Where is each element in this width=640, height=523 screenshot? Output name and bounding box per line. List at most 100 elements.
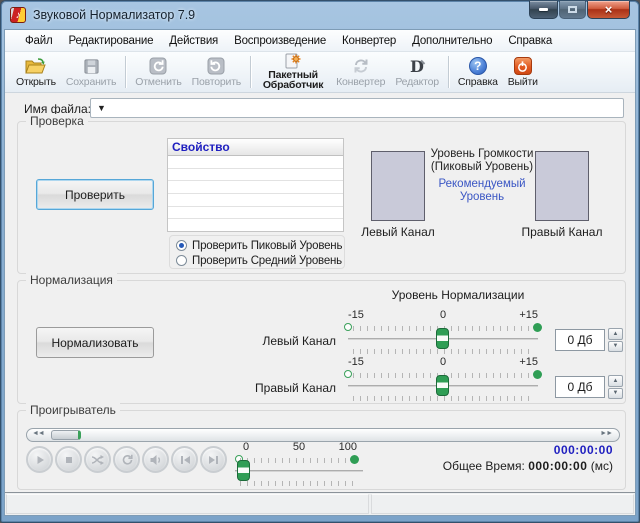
play-button[interactable] bbox=[26, 446, 53, 473]
radio-average-level[interactable]: Проверить Средний Уровень bbox=[176, 253, 344, 268]
scale-max-label: +15 bbox=[519, 309, 538, 321]
play-icon bbox=[34, 454, 46, 466]
save-button[interactable]: Сохранить bbox=[61, 54, 121, 89]
recommended-level-link[interactable]: Рекомендуемый Уровень bbox=[416, 178, 548, 204]
seek-bar[interactable]: ◄◄ ►► bbox=[26, 428, 620, 442]
right-channel-slider-label: Правый Канал bbox=[251, 381, 336, 395]
seek-thumb[interactable] bbox=[51, 430, 81, 440]
stop-icon bbox=[63, 454, 75, 466]
toolbar-separator bbox=[125, 56, 126, 88]
help-question-icon: ? bbox=[469, 55, 487, 75]
redo-button[interactable]: Повторить bbox=[187, 54, 246, 89]
help-button[interactable]: ? Справка bbox=[453, 54, 503, 89]
check-button[interactable]: Проверить bbox=[36, 179, 154, 210]
table-header-property[interactable]: Свойство bbox=[168, 139, 343, 156]
spin-up-button[interactable]: ▲ bbox=[608, 328, 623, 340]
properties-table: Свойство bbox=[167, 138, 344, 232]
window-title: Звуковой Нормализатор 7.9 bbox=[33, 8, 195, 22]
seek-right-arrows-icon[interactable]: ►► bbox=[600, 430, 612, 437]
table-row[interactable] bbox=[168, 156, 343, 169]
spin-down-button[interactable]: ▼ bbox=[608, 388, 623, 400]
right-channel-meter-label: Правый Канал bbox=[507, 225, 617, 239]
volume-scale-max: 100 bbox=[339, 441, 357, 453]
right-db-field[interactable]: 0 Дб bbox=[555, 376, 605, 398]
range-end-marker bbox=[533, 370, 542, 379]
client-area: Файл Редактирование Действия Воспроизвед… bbox=[4, 29, 636, 516]
menu-extras[interactable]: Дополнительно bbox=[404, 32, 500, 50]
slider-thumb[interactable] bbox=[237, 460, 250, 481]
left-channel-meter-label: Левый Канал bbox=[343, 225, 453, 239]
exit-button[interactable]: Выйти bbox=[503, 54, 543, 89]
toolbar-separator bbox=[448, 56, 449, 88]
previous-icon bbox=[179, 454, 191, 466]
title-bar[interactable]: ♪ Звуковой Нормализатор 7.9 × bbox=[1, 1, 639, 29]
volume-level-title: Уровень Громкости (Пиковый Уровень) bbox=[416, 148, 548, 174]
radio-peak-level[interactable]: Проверить Пиковый Уровень bbox=[176, 238, 344, 253]
toolbar: Открыть Сохранить bbox=[5, 52, 635, 93]
undo-button[interactable]: Отменить bbox=[130, 54, 186, 89]
slider-thumb[interactable] bbox=[436, 375, 449, 396]
shuffle-button[interactable] bbox=[84, 446, 111, 473]
next-icon bbox=[208, 454, 220, 466]
tick-marks bbox=[353, 349, 533, 354]
save-disk-icon bbox=[83, 55, 100, 75]
time-display: 000:00:00 Общее Время: 000:00:00 (мс) bbox=[443, 443, 613, 473]
open-button[interactable]: Открыть bbox=[11, 54, 61, 89]
table-row[interactable] bbox=[168, 169, 343, 182]
menu-edit[interactable]: Редактирование bbox=[60, 32, 161, 50]
range-end-marker bbox=[350, 455, 359, 464]
check-group-label: Проверка bbox=[26, 114, 88, 128]
repeat-button[interactable] bbox=[113, 446, 140, 473]
radio-selected-icon bbox=[176, 240, 187, 251]
menu-converter[interactable]: Конвертер bbox=[334, 32, 404, 50]
close-icon: × bbox=[605, 3, 613, 16]
menu-help[interactable]: Справка bbox=[500, 32, 560, 50]
minimize-button[interactable] bbox=[529, 1, 558, 19]
table-row[interactable] bbox=[168, 219, 343, 231]
menu-playback[interactable]: Воспроизведение bbox=[226, 32, 334, 50]
app-icon: ♪ bbox=[10, 7, 26, 23]
normalize-button[interactable]: Нормализовать bbox=[36, 327, 154, 358]
left-db-field[interactable]: 0 Дб bbox=[555, 329, 605, 351]
app-window: ♪ Звуковой Нормализатор 7.9 × Файл Редак… bbox=[0, 0, 640, 523]
slider-track[interactable] bbox=[235, 470, 363, 472]
stop-button[interactable] bbox=[55, 446, 82, 473]
table-row[interactable] bbox=[168, 181, 343, 194]
converter-button[interactable]: Конвертер bbox=[331, 54, 390, 89]
check-group: Проверка Проверить Свойство Проверить Пи… bbox=[17, 121, 626, 274]
range-start-marker bbox=[344, 370, 352, 378]
volume-button[interactable] bbox=[142, 446, 169, 473]
table-row[interactable] bbox=[168, 207, 343, 220]
left-db-stepper: ▲ ▼ bbox=[608, 328, 623, 352]
file-name-combobox[interactable]: ▼ bbox=[90, 98, 624, 118]
maximize-button[interactable] bbox=[559, 1, 586, 19]
exit-power-icon bbox=[514, 55, 532, 75]
check-mode-panel: Проверить Пиковый Уровень Проверить Сред… bbox=[169, 235, 345, 269]
batch-processor-button[interactable]: Пакетный Обработчик bbox=[255, 52, 331, 92]
seek-left-arrows-icon[interactable]: ◄◄ bbox=[32, 430, 44, 437]
close-button[interactable]: × bbox=[587, 1, 630, 19]
previous-button[interactable] bbox=[171, 446, 198, 473]
menu-actions[interactable]: Действия bbox=[161, 32, 226, 50]
slider-thumb[interactable] bbox=[436, 328, 449, 349]
window-controls: × bbox=[528, 1, 630, 19]
spin-up-button[interactable]: ▲ bbox=[608, 375, 623, 387]
menu-file[interactable]: Файл bbox=[17, 32, 60, 50]
svg-text:D: D bbox=[410, 57, 424, 75]
right-db-stepper: ▲ ▼ bbox=[608, 375, 623, 399]
repeat-icon bbox=[121, 454, 133, 466]
maximize-icon bbox=[568, 6, 577, 13]
normalization-level-title: Уровень Нормализации bbox=[348, 288, 568, 302]
spin-down-button[interactable]: ▼ bbox=[608, 341, 623, 353]
volume-scale-min: 0 bbox=[243, 441, 249, 453]
redo-arrow-icon bbox=[207, 55, 225, 75]
table-row[interactable] bbox=[168, 194, 343, 207]
status-pane-right bbox=[371, 494, 634, 514]
next-button[interactable] bbox=[200, 446, 227, 473]
dropdown-arrow-icon[interactable]: ▼ bbox=[91, 103, 106, 113]
volume-slider: 0 50 100 bbox=[235, 441, 363, 487]
editor-button[interactable]: D Редактор bbox=[390, 54, 444, 89]
left-channel-slider: -15 0 +15 bbox=[348, 309, 538, 355]
speaker-icon bbox=[149, 454, 162, 466]
left-channel-slider-label: Левый Канал bbox=[251, 334, 336, 348]
